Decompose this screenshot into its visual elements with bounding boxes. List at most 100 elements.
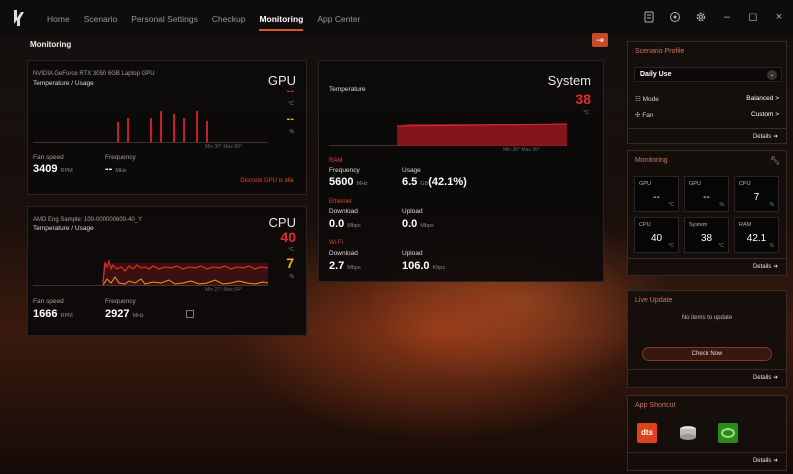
- mode-icon: ☷: [635, 96, 643, 103]
- app-shortcut-details-link[interactable]: Details ➜: [753, 457, 778, 464]
- mode-row[interactable]: ☷ Mode Balanced >: [635, 95, 779, 103]
- wifi-download-unit: Mbps: [347, 265, 361, 271]
- scenario-details-link[interactable]: Details ➜: [753, 133, 778, 140]
- fan-label: Fan: [642, 112, 654, 119]
- eth-upload-label: Upload: [402, 208, 423, 215]
- app-shortcut-panel: App Shortcut dts Details ➜: [627, 395, 787, 471]
- wifi-download-value: 2.7 Mbps: [329, 260, 361, 272]
- cpu-temp-unit: °C: [288, 247, 294, 253]
- nav-checkup[interactable]: Checkup: [212, 14, 246, 24]
- divider: [628, 258, 786, 259]
- monitor-tile-ram-usage: RAM 42.1%: [734, 217, 779, 253]
- ram-freq-unit: MHz: [356, 181, 368, 187]
- disk-app-shortcut-icon[interactable]: [678, 423, 698, 443]
- gpu-freq-label: Frequency: [105, 154, 136, 161]
- mode-value: Balanced >: [746, 95, 779, 102]
- profile-select[interactable]: Daily Use ⌄: [634, 67, 782, 82]
- cpu-subtitle: Temperature / Usage: [33, 225, 94, 232]
- ethernet-heading: Ethernet: [329, 199, 352, 205]
- cpu-freq-value: 2927 MHz: [105, 308, 144, 320]
- minimize-icon[interactable]: –: [721, 11, 733, 23]
- system-card: Temperature System 38 °C Min 36° Max 39°…: [318, 60, 604, 282]
- monitoring-heading: Monitoring: [635, 157, 668, 164]
- ram-usage-label: Usage: [402, 167, 421, 174]
- cpu-temp-value: 40: [280, 229, 296, 245]
- cpu-card: AMD Eng Sample: 100-000000600-40_Y Tempe…: [27, 206, 307, 336]
- monitor-tile-system-temp: System 38 °C: [684, 217, 729, 253]
- ram-usage-value: 6.5 GB(42.1%): [402, 176, 467, 188]
- arrow-right-icon: ➜: [772, 458, 778, 464]
- gpu-name: NVIDIA GeForce RTX 3050 6GB Laptop GPU: [33, 71, 155, 77]
- system-temp-value: 38: [575, 91, 591, 107]
- nav-home[interactable]: Home: [47, 14, 70, 24]
- freq-info-icon[interactable]: [186, 310, 194, 318]
- cpu-fan-unit: RPM: [60, 313, 73, 319]
- gpu-freq-value: -- MHz: [105, 163, 127, 175]
- monitor-tile-cpu-temp: CPU 40 °C: [634, 217, 679, 253]
- gpu-chart: [33, 96, 268, 143]
- cpu-name: AMD Eng Sample: 100-000000600-40_Y: [33, 217, 143, 223]
- cpu-usage-value: 7: [286, 255, 294, 271]
- nav-monitoring[interactable]: Monitoring: [259, 14, 303, 31]
- chevron-down-icon: ⌄: [767, 70, 777, 80]
- gpu-subtitle: Temperature / Usage: [33, 80, 94, 87]
- ram-heading: RAM: [329, 158, 343, 164]
- monitor-tile-gpu-temp: GPU -- °C: [634, 176, 679, 212]
- eth-download-value: 0.0 Mbps: [329, 218, 361, 230]
- mode-label: Mode: [642, 96, 659, 103]
- maximize-icon[interactable]: ◻: [747, 11, 759, 23]
- cpu-chart-plot: [102, 258, 269, 286]
- gpu-freq-unit: MHz: [115, 168, 127, 174]
- cpu-freq-label: Frequency: [105, 298, 136, 305]
- system-chart-axis: Min 36° Max 39°: [503, 147, 540, 153]
- gpu-fan-value: 3409 RPM: [33, 163, 73, 175]
- support-icon[interactable]: [669, 11, 681, 23]
- dts-app-shortcut[interactable]: dts: [637, 423, 657, 443]
- eth-download-label: Download: [329, 208, 358, 215]
- monitoring-panel: Monitoring 🔧︎ GPU -- °C GPU --% CPU 7% CPU 40…: [627, 150, 787, 276]
- gpu-fan-label: Fan speed: [33, 154, 64, 161]
- ram-usage-pct: (42.1%): [428, 176, 467, 188]
- nav-app-center[interactable]: App Center: [317, 14, 360, 24]
- close-icon[interactable]: ×: [773, 11, 785, 23]
- monitoring-details-link[interactable]: Details ➜: [753, 263, 778, 270]
- system-temp-unit: °C: [583, 110, 589, 116]
- window-controls: – ◻ ×: [643, 11, 785, 23]
- live-update-empty: No items to update: [681, 315, 733, 321]
- cpu-usage-unit: %: [289, 274, 294, 280]
- gpu-temp-unit: °C: [288, 101, 294, 107]
- cpu-chart: [33, 239, 269, 286]
- check-now-button[interactable]: Check Now: [642, 347, 772, 361]
- collapse-sidebar-button[interactable]: ⇥: [592, 33, 608, 47]
- gpu-chart-plot: [117, 111, 208, 142]
- nvidia-app-shortcut-icon[interactable]: [718, 423, 738, 443]
- main-nav: Home Scenario Personal Settings Checkup …: [47, 14, 374, 31]
- gpu-usage-value: --: [286, 113, 294, 125]
- gpu-usage-unit: %: [289, 129, 294, 135]
- monitor-tile-cpu-usage: CPU 7%: [734, 176, 779, 212]
- wifi-upload-value: 106.0 Kbps: [402, 260, 446, 272]
- nav-personal-settings[interactable]: Personal Settings: [131, 14, 198, 24]
- wrench-icon[interactable]: 🔧︎: [770, 156, 780, 165]
- settings-gear-icon[interactable]: [695, 11, 707, 23]
- wifi-heading: Wi-Fi: [329, 240, 343, 246]
- wifi-upload-unit: Kbps: [432, 265, 446, 271]
- divider: [628, 369, 786, 370]
- divider: [628, 128, 786, 129]
- cpu-fan-label: Fan speed: [33, 298, 64, 305]
- nav-scenario[interactable]: Scenario: [84, 14, 118, 24]
- scenario-profile-panel: Scenario Profile Daily Use ⌄ ☷ Mode Bala…: [627, 41, 787, 144]
- notes-icon[interactable]: [643, 11, 655, 23]
- cpu-big-label: CPU: [268, 215, 296, 230]
- wifi-download-label: Download: [329, 250, 358, 257]
- gpu-chart-axis: Min 30° Max 80°: [205, 144, 242, 150]
- live-update-details-link[interactable]: Details ➜: [753, 374, 778, 381]
- arrow-right-icon: ➜: [772, 375, 778, 381]
- divider: [628, 452, 786, 453]
- wifi-upload-label: Upload: [402, 250, 423, 257]
- system-chart: [329, 99, 568, 146]
- fan-row[interactable]: ✣ Fan Custom >: [635, 111, 779, 119]
- arrow-right-icon: ➜: [772, 134, 778, 140]
- gpu-temp-value: --: [286, 85, 294, 97]
- gpu-idle-note: Discrete GPU is idle: [240, 178, 294, 184]
